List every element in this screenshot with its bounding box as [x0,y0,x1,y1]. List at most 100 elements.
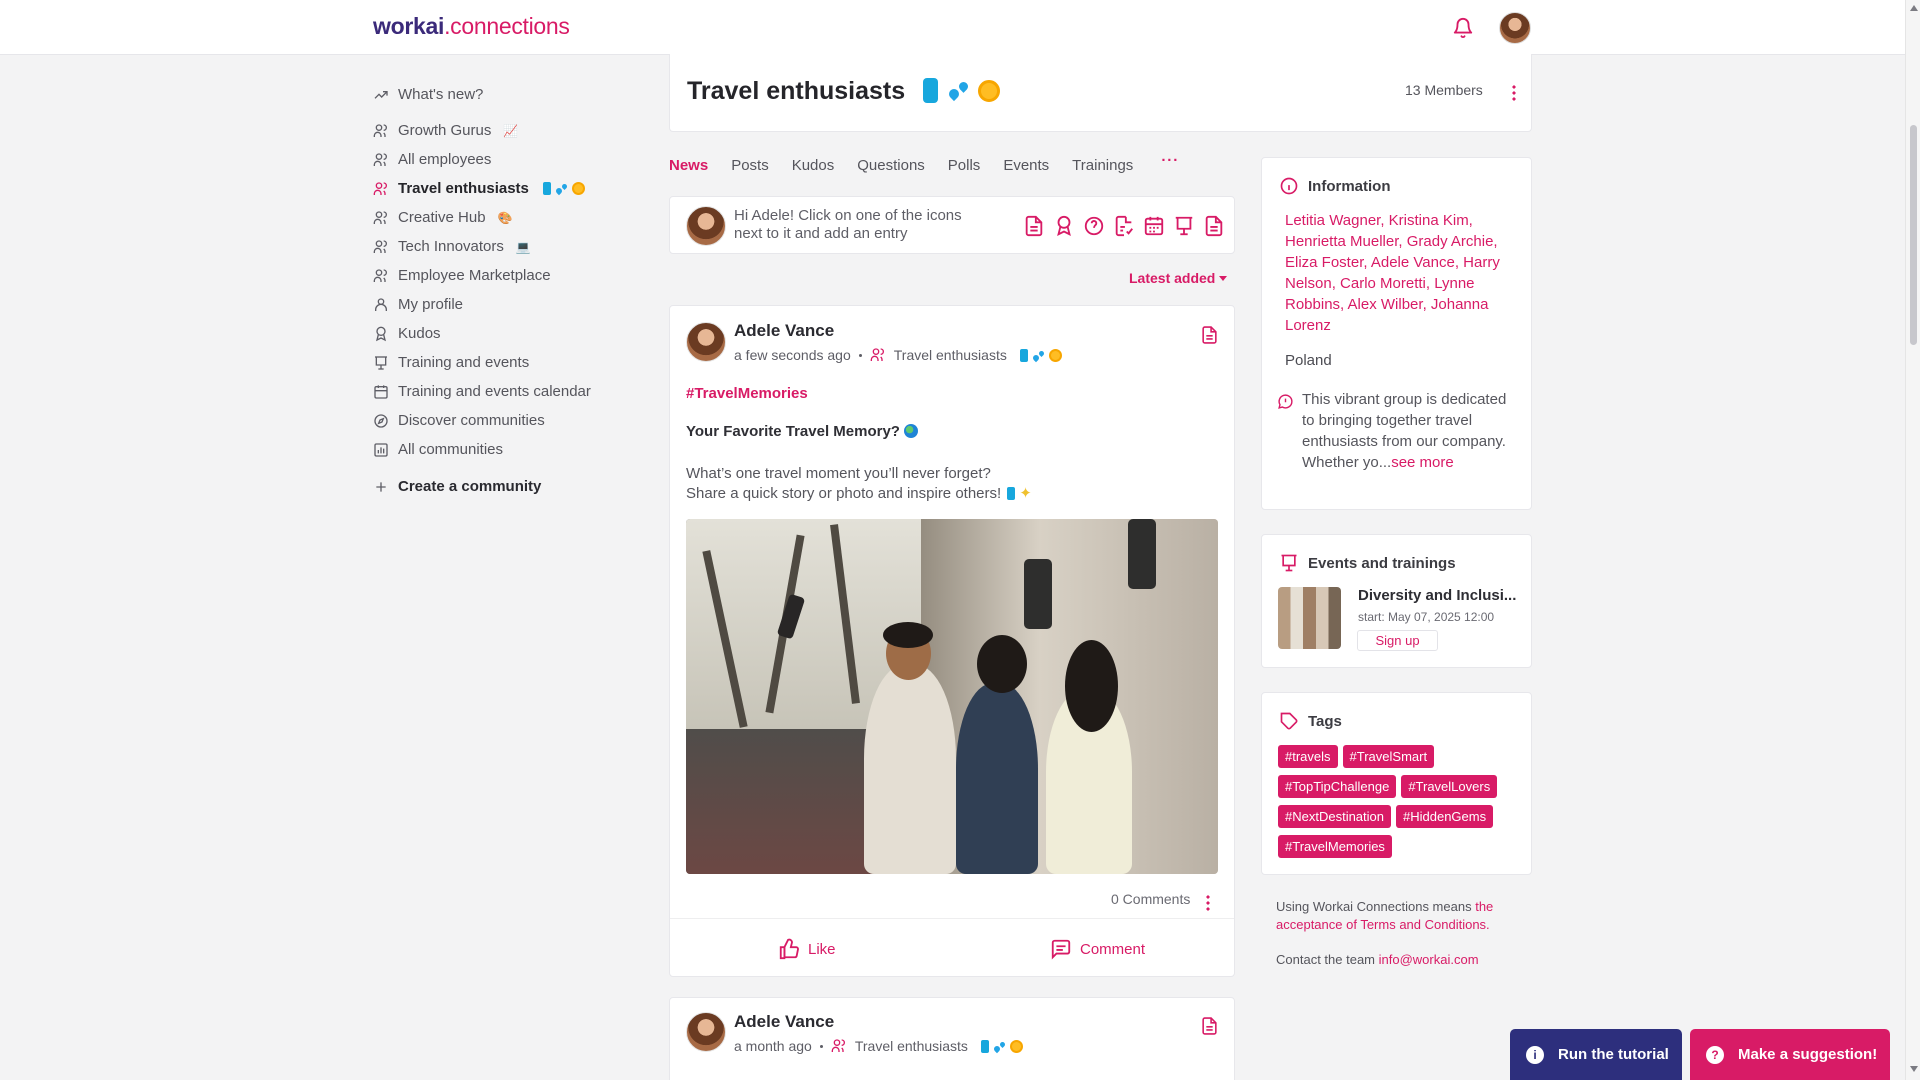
tag-chip[interactable]: #travels [1278,745,1338,768]
workai-connections-logo[interactable]: workai.connections [373,13,570,40]
sidebar-item-employee-marketplace[interactable]: Employee Marketplace [373,261,633,290]
sidebar-item-label: Travel enthusiasts [398,180,529,197]
like-button[interactable]: Like [778,938,836,960]
tab-news[interactable]: News [669,157,708,179]
tag-icon [1280,712,1298,730]
sun-icon [978,80,1000,102]
sidebar-item-training-and-events-calendar[interactable]: Training and events calendar [373,377,633,406]
award-icon[interactable] [1053,215,1075,237]
post-group-link[interactable]: Travel enthusiasts [894,347,1007,363]
post-more-options-icon[interactable] [1206,894,1210,911]
post-author-avatar[interactable] [686,1012,726,1052]
sun-icon [1009,1039,1023,1053]
photo-hair [883,622,933,648]
sidebar-item-creative-hub[interactable]: Creative Hub 🎨 [373,203,633,232]
tab-posts[interactable]: Posts [731,157,769,179]
scroll-down-icon[interactable] [1910,1066,1918,1072]
photo-hair [977,635,1027,693]
post-hashtag[interactable]: #TravelMemories [686,385,808,402]
tab-questions[interactable]: Questions [857,157,925,179]
bell-icon[interactable] [1452,16,1474,40]
make-suggestion-button[interactable]: ? Make a suggestion! [1690,1029,1890,1080]
droplets-icon [555,182,568,195]
tags-title-text: Tags [1308,712,1342,730]
sidebar-item-label: Tech Innovators [398,238,504,255]
event-title[interactable]: Diversity and Inclusi... [1358,587,1518,604]
sidebar-item-label: Creative Hub [398,209,486,226]
post-composer: Hi Adele! Click on one of the icons next… [669,196,1235,254]
tag-chip[interactable]: #TopTipChallenge [1278,775,1397,798]
post-author[interactable]: Adele Vance [734,1012,834,1032]
post-author[interactable]: Adele Vance [734,321,834,341]
post-type-document-icon [1202,1017,1217,1035]
post-group-link[interactable]: Travel enthusiasts [855,1038,968,1054]
info-icon: i [1526,1045,1544,1064]
tag-chip[interactable]: #NextDestination [1278,805,1391,828]
sidebar-item-growth-gurus[interactable]: Growth Gurus 📈 [373,116,633,145]
tag-chip[interactable]: #HiddenGems [1396,805,1494,828]
post-time: a month ago [734,1038,812,1054]
trend-icon [374,90,388,99]
group-title-icons [923,78,1000,103]
scroll-up-icon[interactable] [1910,5,1918,11]
travel-emoji-group [980,1039,1023,1053]
sidebar-item-all-communities[interactable]: All communities [373,435,633,464]
document-icon[interactable] [1023,215,1045,237]
group-country: Poland [1285,352,1332,369]
travel-selfie-photo[interactable] [686,519,1218,874]
make-suggestion-label: Make a suggestion! [1738,1046,1878,1063]
run-tutorial-button[interactable]: i Run the tutorial [1510,1029,1682,1080]
create-community-button[interactable]: Create a community [373,472,633,501]
sort-dropdown[interactable]: Latest added [1129,270,1228,286]
group-description: This vibrant group is dedicated to bring… [1302,389,1512,473]
sidebar-item-my-profile[interactable]: My profile [373,290,633,319]
sign-up-button[interactable]: Sign up [1357,630,1438,651]
sidebar-item-label: Training and events calendar [398,383,591,400]
post-body-line-2-text: Share a quick story or photo and inspire… [686,485,1002,502]
sun-icon [571,182,585,195]
sidebar-item-kudos[interactable]: Kudos [373,319,633,348]
events-title: Events and trainings [1279,553,1456,573]
comment-label: Comment [1080,940,1146,958]
luggage-icon [923,78,938,103]
sidebar-item-training-and-events[interactable]: Training and events [373,348,633,377]
tab-events[interactable]: Events [1003,157,1049,179]
group-more-options-icon[interactable] [1512,84,1516,101]
sidebar-item-whats-new[interactable]: What's new? [373,80,633,109]
tag-chip[interactable]: #TravelSmart [1342,745,1435,768]
tab-trainings[interactable]: Trainings [1072,157,1133,179]
page-scrollbar[interactable] [1905,0,1920,1080]
contact-email-link[interactable]: info@workai.com [1379,952,1479,967]
tab-kudos[interactable]: Kudos [792,157,835,179]
presentation-icon[interactable] [1173,215,1195,237]
group-icon [373,152,387,166]
photo-wall-lamp [1128,519,1156,589]
calendar-icon[interactable] [1143,215,1165,237]
sidebar-item-all-employees[interactable]: All employees [373,145,633,174]
luggage-icon [980,1039,989,1053]
award-icon [376,326,386,341]
sidebar-item-travel-enthusiasts[interactable]: Travel enthusiasts [373,174,633,203]
tab-polls[interactable]: Polls [948,157,981,179]
sidebar-item-discover-communities[interactable]: Discover communities [373,406,633,435]
tag-chip[interactable]: #TravelMemories [1278,835,1392,858]
poll-icon[interactable] [1113,215,1135,237]
event-thumbnail[interactable] [1278,587,1341,649]
scroll-thumb[interactable] [1910,125,1917,345]
comment-count[interactable]: 0 Comments [1111,891,1190,907]
see-more-link[interactable]: see more [1391,454,1454,471]
group-icon [870,348,884,361]
more-tabs-button[interactable]: ··· [1161,152,1179,179]
comment-button[interactable]: Comment [1050,938,1145,960]
member-names[interactable]: Letitia Wagner, Kristina Kim, Henrietta … [1285,210,1513,336]
member-count[interactable]: 13 Members [1405,82,1483,98]
question-icon[interactable] [1083,215,1105,237]
group-header: Travel enthusiasts 13 Members [669,54,1532,132]
sidebar-item-tech-innovators[interactable]: Tech Innovators 💻 [373,232,633,261]
tag-chip[interactable]: #TravelLovers [1401,775,1498,798]
information-title: Information [1279,176,1391,196]
user-avatar[interactable] [1499,12,1531,44]
post-author-avatar[interactable] [686,322,726,362]
document-icon[interactable] [1203,215,1225,237]
sidebar-item-label: Training and events [398,354,530,371]
